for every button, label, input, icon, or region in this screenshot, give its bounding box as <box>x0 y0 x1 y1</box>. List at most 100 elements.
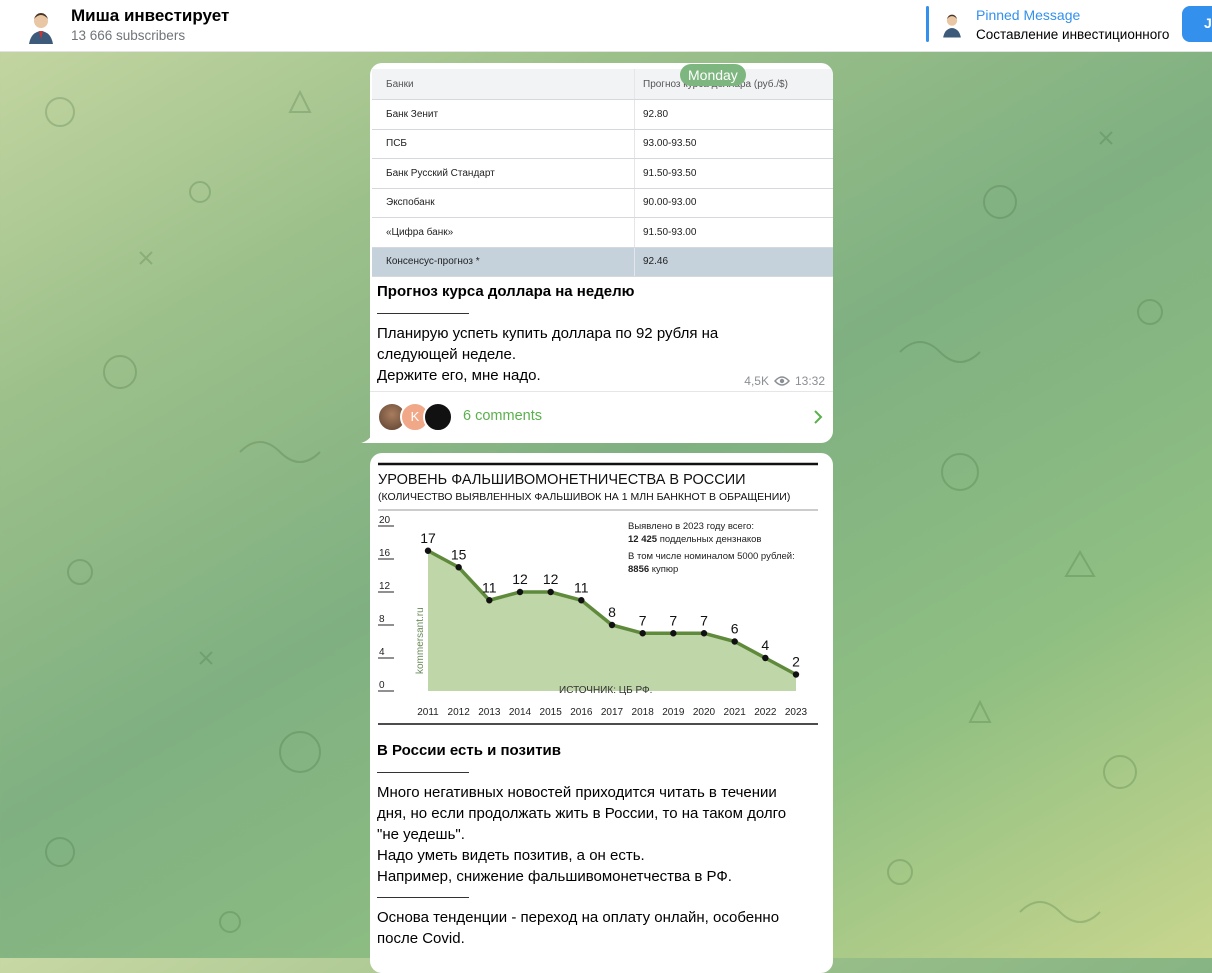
data-label: 7 <box>639 612 647 628</box>
table-row-consensus: Консенсус-прогноз * 92.46 <box>372 247 833 277</box>
data-label: 7 <box>700 612 708 628</box>
chart-point <box>670 630 677 637</box>
table-cell-bank: ПСБ <box>372 129 635 159</box>
annotation-line: Выявлено в 2023 году всего: <box>628 521 754 532</box>
table-header-cell: Банки <box>372 69 635 100</box>
x-tick-label: 2020 <box>693 707 716 718</box>
annotation-line: 8856 купюр <box>628 564 678 575</box>
post-body: Много негативных новостей приходится чит… <box>377 782 827 887</box>
table-cell-forecast: 91.50-93.50 <box>634 158 833 189</box>
annotation-line: 12 425 поддельных дензнаков <box>628 534 761 545</box>
comments-count[interactable]: 6 comments <box>463 408 542 424</box>
pinned-message-label[interactable]: Pinned Message <box>976 7 1080 23</box>
table-cell-bank: «Цифра банк» <box>372 217 635 248</box>
post-line: "не уедешь". <box>377 826 465 843</box>
table-cell-forecast: 92.46 <box>634 247 833 277</box>
comments-button[interactable]: K 6 comments <box>370 391 833 443</box>
y-tick-label: 12 <box>379 581 391 592</box>
chart-source: ИСТОЧНИК: ЦБ РФ. <box>559 685 652 696</box>
post-line: после Covid. <box>377 930 465 947</box>
counterfeit-chart[interactable]: УРОВЕНЬ ФАЛЬШИВОМОНЕТНИЧЕСТВА В РОССИИ (… <box>370 453 833 738</box>
bubble-tail <box>361 433 373 443</box>
post-line: Надо уметь видеть позитив, а он есть. <box>377 847 645 864</box>
table-cell-forecast: 93.00-93.50 <box>634 129 833 159</box>
data-label: 11 <box>482 579 497 595</box>
x-tick-label: 2022 <box>754 707 777 718</box>
x-tick-label: 2021 <box>724 707 747 718</box>
y-tick-label: 8 <box>379 614 385 625</box>
data-label: 17 <box>420 530 436 546</box>
table-cell-bank: Консенсус-прогноз * <box>372 247 635 277</box>
post-line: дня, но если продолжать жить в России, т… <box>377 805 787 822</box>
x-tick-label: 2012 <box>448 707 471 718</box>
data-label: 7 <box>669 612 677 628</box>
chart-point <box>424 547 432 554</box>
chart-area <box>428 550 796 691</box>
x-tick-label: 2011 <box>417 707 439 718</box>
bank-forecast-table[interactable]: Банки Прогноз курса доллара (руб./$) Бан… <box>372 69 833 277</box>
chart-point <box>578 597 585 604</box>
post-body: Основа тенденции - переход на оплату онл… <box>377 907 827 949</box>
divider <box>377 313 469 314</box>
x-tick-label: 2014 <box>509 707 532 718</box>
post-line: следующей неделе. <box>377 346 516 363</box>
chart-subtitle: (КОЛИЧЕСТВО ВЫЯВЛЕННЫХ ФАЛЬШИВОК НА 1 МЛ… <box>378 491 790 503</box>
data-label: 12 <box>512 571 528 587</box>
commenter-avatar <box>423 402 453 432</box>
annotation-value: 12 425 <box>628 534 658 545</box>
table-cell-forecast: 92.80 <box>634 99 833 130</box>
channel-post: УРОВЕНЬ ФАЛЬШИВОМОНЕТНИЧЕСТВА В РОССИИ (… <box>370 453 833 973</box>
chat-header: Миша инвестирует 13 666 subscribers Pinn… <box>0 0 1212 52</box>
table-cell-forecast: 91.50-93.00 <box>634 217 833 248</box>
post-line: Много негативных новостей приходится чит… <box>377 784 777 801</box>
channel-title[interactable]: Миша инвестирует <box>71 6 229 26</box>
chevron-right-icon[interactable] <box>813 409 823 425</box>
data-label: 2 <box>792 654 800 670</box>
chart-point <box>731 638 738 645</box>
post-meta: 4,5K 13:32 <box>744 374 825 388</box>
x-tick-label: 2015 <box>540 707 563 718</box>
table-row: Банк Зенит 92.80 <box>372 99 833 130</box>
post-line: Основа тенденции - переход на оплату онл… <box>377 909 780 926</box>
divider <box>377 772 469 773</box>
table-cell-bank: Банк Зенит <box>372 99 635 130</box>
table-cell-forecast: 90.00-93.00 <box>634 188 833 218</box>
data-label: 6 <box>731 621 739 637</box>
chart-point <box>455 564 462 571</box>
post-title: В России есть и позитив <box>377 742 561 759</box>
data-label: 4 <box>761 637 769 653</box>
join-button[interactable]: J <box>1182 6 1212 42</box>
subscriber-count: 13 666 subscribers <box>71 28 186 43</box>
y-tick-label: 16 <box>379 548 391 559</box>
table-row: Банк Русский Стандарт 91.50-93.50 <box>372 158 833 189</box>
chart-watermark: kommersant.ru <box>415 607 426 674</box>
table-row: «Цифра банк» 91.50-93.00 <box>372 217 833 248</box>
divider <box>377 897 469 898</box>
pinned-message-text[interactable]: Составление инвестиционного <box>976 27 1176 42</box>
chart-title: УРОВЕНЬ ФАЛЬШИВОМОНЕТНИЧЕСТВА В РОССИИ <box>378 472 746 488</box>
channel-post: Банки Прогноз курса доллара (руб./$) Бан… <box>370 63 833 443</box>
x-tick-label: 2017 <box>601 707 624 718</box>
data-label: 15 <box>451 546 467 562</box>
x-tick-label: 2016 <box>570 707 593 718</box>
post-title: Прогноз курса доллара на неделю <box>377 283 635 300</box>
chart-point <box>762 654 769 662</box>
date-separator: Monday <box>680 64 746 86</box>
annotation-text: поддельных дензнаков <box>657 534 761 545</box>
chart-point <box>608 621 616 629</box>
table-row: Экспобанк 90.00-93.00 <box>372 188 833 218</box>
pinned-message-thumbnail[interactable] <box>938 11 966 39</box>
table-cell-bank: Экспобанк <box>372 188 635 218</box>
eye-icon <box>773 376 790 386</box>
channel-avatar[interactable] <box>22 8 60 46</box>
x-tick-label: 2023 <box>785 707 808 718</box>
data-label: 11 <box>574 579 589 595</box>
chart-point <box>700 630 708 637</box>
data-label: 12 <box>543 571 559 587</box>
annotation-text: купюр <box>649 564 678 575</box>
y-tick-label: 4 <box>379 647 385 658</box>
post-line: Например, снижение фальшивомонетчества в… <box>377 868 732 885</box>
chart-point <box>486 597 493 604</box>
chart-point <box>639 630 646 637</box>
x-tick-label: 2018 <box>632 707 655 718</box>
